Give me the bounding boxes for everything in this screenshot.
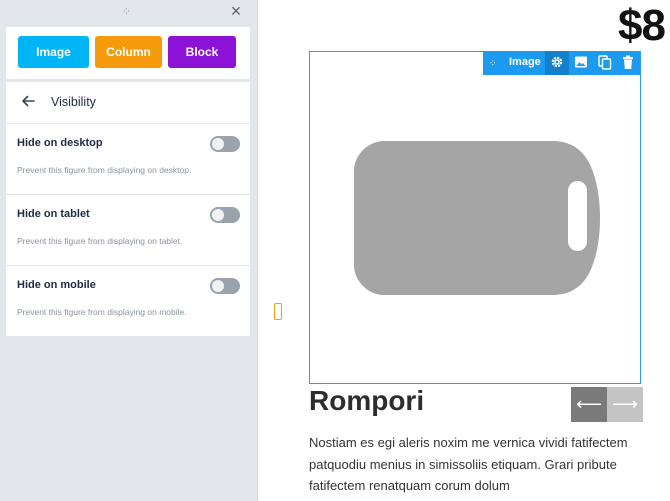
visibility-row-tablet: Hide on tablet Prevent this figure from …	[6, 195, 250, 266]
panel-resize-handle[interactable]	[274, 303, 282, 320]
panel-header: ⁘ ×	[0, 0, 257, 24]
tab-column[interactable]: Column	[95, 36, 162, 68]
tab-block[interactable]: Block	[168, 36, 236, 68]
hide-mobile-toggle[interactable]	[210, 278, 240, 294]
toggle-knob	[212, 280, 224, 292]
drag-dots-icon[interactable]: ⁘	[489, 56, 501, 70]
image-toolbar-label: Image	[509, 56, 541, 68]
visibility-title: Visibility	[51, 95, 96, 109]
image-icon[interactable]	[569, 51, 593, 75]
previous-button[interactable]: ⟵	[571, 387, 607, 422]
hide-tablet-label: Hide on tablet	[17, 208, 90, 220]
settings-panel: ⁘ × Image Column Block Visibility Hide o…	[0, 0, 258, 501]
product-title: Rompori	[309, 385, 425, 416]
visibility-row-mobile: Hide on mobile Prevent this figure from …	[6, 266, 250, 336]
visibility-row-desktop: Hide on desktop Prevent this figure from…	[6, 124, 250, 195]
product-description: Nostiam es egi aleris noxim me vernica v…	[309, 435, 628, 493]
toggle-knob	[212, 138, 224, 150]
settings-icon[interactable]	[545, 51, 569, 75]
next-button[interactable]: ⟶	[607, 387, 643, 422]
hide-mobile-description: Prevent this figure from displaying on m…	[17, 307, 187, 317]
visibility-header: Visibility	[6, 82, 250, 124]
visibility-card: Visibility Hide on desktop Prevent this …	[6, 82, 250, 336]
hide-desktop-toggle[interactable]	[210, 136, 240, 152]
arrow-left-icon[interactable]	[20, 93, 38, 111]
toggle-knob	[212, 209, 224, 221]
close-icon[interactable]: ×	[227, 2, 245, 20]
hide-desktop-label: Hide on desktop	[17, 137, 103, 149]
drag-dots-icon[interactable]: ⁘	[121, 5, 133, 19]
image-toolbar: ⁘ Image	[483, 51, 640, 75]
element-tabs: Image Column Block	[6, 27, 250, 79]
duplicate-icon[interactable]	[593, 51, 617, 75]
hide-mobile-label: Hide on mobile	[17, 279, 96, 291]
arrow-right-icon: ⟶	[612, 394, 638, 414]
arrow-left-icon: ⟵	[576, 394, 602, 414]
trash-icon[interactable]	[616, 51, 640, 75]
hide-desktop-description: Prevent this figure from displaying on d…	[17, 165, 192, 175]
tab-image[interactable]: Image	[18, 36, 89, 68]
hide-tablet-description: Prevent this figure from displaying on t…	[17, 236, 183, 246]
hide-tablet-toggle[interactable]	[210, 207, 240, 223]
product-price: $8	[618, 1, 666, 50]
cutting-board-icon	[354, 141, 602, 295]
